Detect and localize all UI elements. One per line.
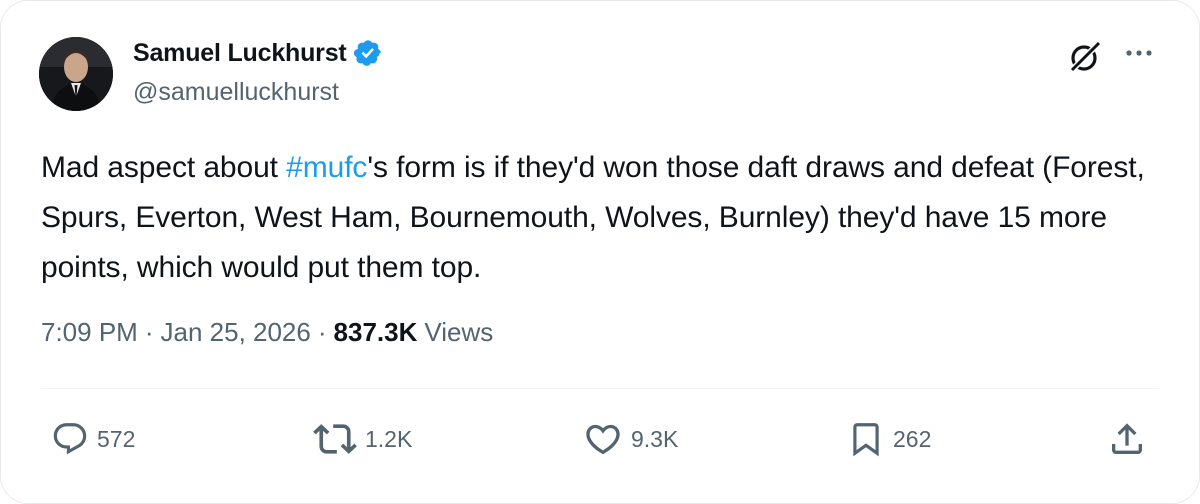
repost-count: 1.2K [365, 425, 413, 452]
reply-count: 572 [97, 425, 136, 452]
tweet-meta: 7:09 PM · Jan 25, 2026 · 837.3K Views [41, 317, 493, 348]
tweet-date[interactable]: Jan 25, 2026 [161, 317, 311, 348]
tweet-text-part: Mad aspect about [41, 151, 287, 184]
heart-icon [586, 424, 620, 455]
bookmark-count: 262 [893, 425, 932, 452]
verified-badge-icon [353, 40, 381, 66]
avatar-image [39, 37, 113, 111]
views-label[interactable]: Views [424, 317, 493, 348]
action-bar: 572 1.2K 9.3K 262 [1, 417, 1200, 461]
reply-button[interactable]: 572 [51, 417, 135, 461]
repost-button[interactable]: 1.2K [313, 417, 412, 461]
grok-icon[interactable] [1067, 39, 1103, 75]
views-count[interactable]: 837.3K [334, 317, 418, 348]
like-count: 9.3K [631, 425, 679, 452]
tweet-card: Samuel Luckhurst @samuelluckhurst Mad as… [0, 0, 1200, 504]
meta-separator: · [144, 317, 154, 347]
reply-icon [53, 423, 87, 455]
bookmark-button[interactable]: 262 [847, 417, 931, 461]
author-display-name[interactable]: Samuel Luckhurst [133, 39, 347, 68]
avatar[interactable] [39, 37, 113, 111]
author-name-row[interactable]: Samuel Luckhurst [133, 38, 383, 68]
repost-icon [313, 424, 357, 454]
like-button[interactable]: 9.3K [583, 417, 678, 461]
bookmark-icon [853, 423, 879, 457]
author-handle[interactable]: @samuelluckhurst [133, 78, 339, 107]
share-icon [1112, 423, 1142, 454]
hashtag-link[interactable]: #mufc [286, 151, 367, 184]
share-button[interactable] [1107, 417, 1147, 461]
divider [41, 388, 1159, 389]
tweet-text: Mad aspect about #mufc's form is if they… [41, 143, 1161, 293]
tweet-time[interactable]: 7:09 PM [41, 317, 138, 348]
meta-separator: · [317, 317, 327, 347]
more-icon[interactable] [1119, 41, 1159, 65]
